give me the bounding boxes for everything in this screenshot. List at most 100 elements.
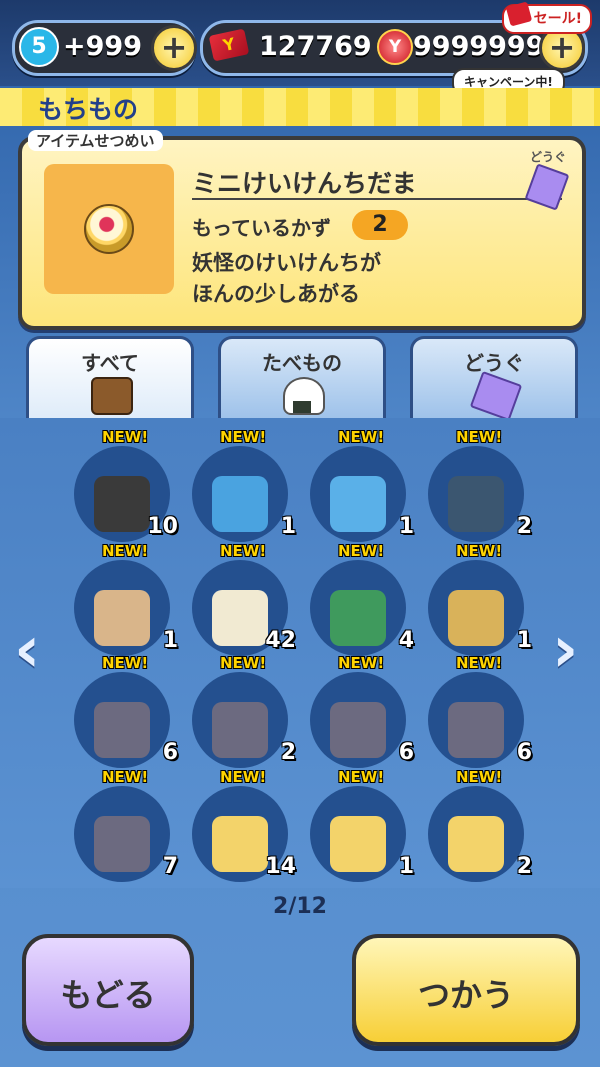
ticket-icon: Y [208,28,250,62]
item-count: 1 [280,514,296,539]
item-name: ミニけいけんちだま [192,169,417,198]
item-slot[interactable]: NEW! 1 [192,428,296,542]
new-badge: NEW! [102,654,149,672]
page-indicator: 2/12 [273,894,327,919]
item-slot[interactable]: NEW! 1 [310,768,414,882]
charm-icon [330,590,386,646]
new-badge: NEW! [102,428,149,446]
yokai-card-icon [448,816,504,872]
item-slot[interactable]: NEW! 2 [428,768,532,882]
yokai-card-icon [212,816,268,872]
item-count: 4 [398,628,414,653]
tab-label: すべて [81,351,139,375]
item-slot[interactable]: NEW! 10 [74,428,178,542]
item-circle [428,672,524,768]
new-badge: NEW! [456,768,503,786]
item-count: 1 [162,628,178,653]
scroll-icon [469,370,523,422]
item-effect: 妖怪のけいけんちが ほんの少しあがる [192,251,381,306]
item-count: 2 [516,514,532,539]
sale-badge[interactable]: セール! [501,1,592,34]
item-thumbnail [44,164,174,294]
spiked-collar-icon [94,476,150,532]
tab-label: たべもの [262,351,342,375]
item-count: 10 [147,514,178,539]
item-count: 1 [516,628,532,653]
item-circle [428,786,524,882]
item-count: 7 [162,854,178,879]
item-count: 14 [265,854,296,879]
prev-page-arrow[interactable]: ‹ [14,610,44,690]
new-badge: NEW! [220,428,267,446]
exp-orb-icon [84,204,134,254]
item-circle [310,672,406,768]
letter-2-icon [212,702,268,758]
item-circle [310,446,406,542]
item-circle [74,672,170,768]
tab-all[interactable]: すべて [26,336,194,425]
ycoin-count: 9999999 [413,31,545,62]
sale-label: セール! [533,11,582,27]
new-badge: NEW! [338,542,385,560]
item-count: 6 [162,740,178,765]
back-label: もどる [60,976,156,1014]
ancient-scroll-icon [448,590,504,646]
item-circle [310,560,406,656]
page-title: もちもの [38,95,139,124]
item-circle [310,786,406,882]
letter-5-icon [94,816,150,872]
item-slot[interactable]: NEW! 42 [192,542,296,656]
letter-1-icon [94,702,150,758]
item-count: 1 [398,514,414,539]
item-slot[interactable]: NEW! 6 [428,654,532,768]
item-circle [428,446,524,542]
item-slot[interactable]: NEW! 7 [74,768,178,882]
yokai-card-icon [330,816,386,872]
ticket-count: 127769 [259,31,372,62]
face-book-icon [330,476,386,532]
stamina-value: +999 [63,31,142,62]
use-label: つかう [417,976,514,1014]
item-slot[interactable]: NEW! 6 [74,654,178,768]
item-circle [192,446,288,542]
item-count: 6 [516,740,532,765]
item-slot[interactable]: NEW! 1 [74,542,178,656]
item-slot[interactable]: NEW! 6 [310,654,414,768]
gift-box-icon [94,590,150,646]
next-page-arrow[interactable]: › [552,610,582,690]
add-stamina-button[interactable]: + [151,25,197,71]
item-count: 2 [280,740,296,765]
purple-book-icon [212,476,268,532]
header-band: もちもの [0,88,600,126]
stamina-pill: 5 +999 + [12,20,197,76]
new-badge: NEW! [338,428,385,446]
ycoin-icon: Y [377,29,413,65]
tab-label: どうぐ [464,351,524,375]
back-button[interactable]: もどる [22,934,194,1046]
tab-tools[interactable]: どうぐ [410,336,578,422]
item-slot[interactable]: NEW! 1 [310,428,414,542]
item-slot[interactable]: NEW! 1 [428,542,532,656]
item-slot[interactable]: NEW! 14 [192,768,296,882]
item-circle [192,672,288,768]
bag-icon [91,377,133,415]
section-label: アイテムせつめい [28,130,163,151]
quantity-label: もっているかず [192,216,331,240]
onigiri-icon [283,377,325,415]
item-slot[interactable]: NEW! 2 [428,428,532,542]
use-button[interactable]: つかう [352,934,580,1046]
new-badge: NEW! [456,428,503,446]
item-slot[interactable]: NEW! 4 [310,542,414,656]
quantity-value: 2 [372,212,388,237]
quantity-badge: 2 [352,210,408,240]
new-badge: NEW! [220,542,267,560]
item-slot[interactable]: NEW! 2 [192,654,296,768]
letter-4-icon [448,702,504,758]
tofu-icon [212,590,268,646]
item-count: 6 [398,740,414,765]
item-count: 1 [398,854,414,879]
tab-food[interactable]: たべもの [218,336,386,419]
new-badge: NEW! [220,768,267,786]
item-circle [74,560,170,656]
level-badge: 5 [19,27,59,67]
